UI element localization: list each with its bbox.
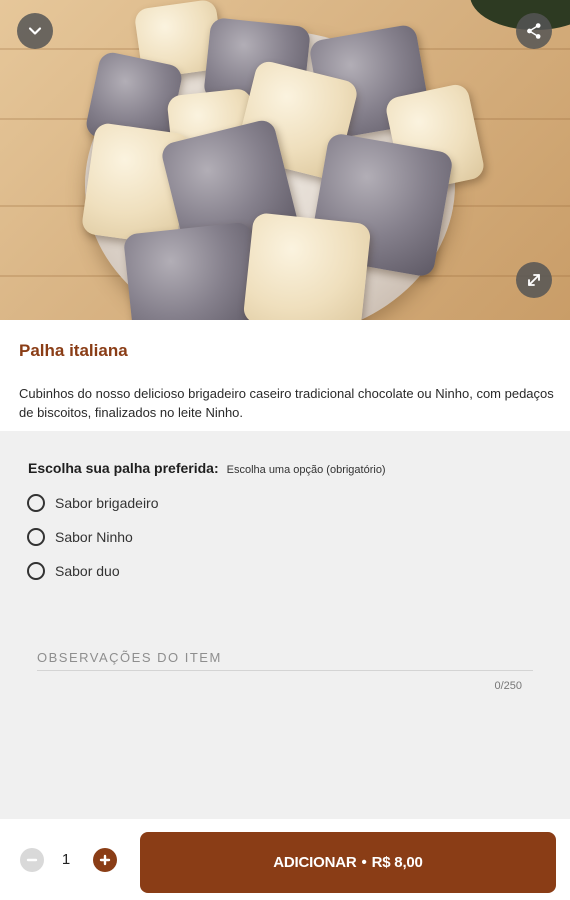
- expand-icon: [528, 274, 540, 286]
- radio-button[interactable]: [27, 562, 45, 580]
- chevron-down-icon: [28, 27, 42, 35]
- option-group-title: Escolha sua palha preferida:: [28, 460, 219, 476]
- product-image: [0, 0, 570, 320]
- option-group-hint: Escolha uma opção (obrigatório): [226, 464, 386, 476]
- product-title: Palha italiana: [19, 341, 128, 360]
- option-sabor-brigadeiro[interactable]: Sabor brigadeiro: [27, 492, 159, 514]
- sweet-cube: [242, 212, 372, 320]
- sweet-cube: [122, 221, 262, 320]
- decrease-quantity-button[interactable]: [20, 848, 44, 872]
- add-to-cart-button[interactable]: ADICIONAR • R$ 8,00: [140, 832, 556, 893]
- item-notes-input[interactable]: [37, 645, 533, 671]
- minus-icon: [26, 858, 38, 862]
- option-label: Sabor Ninho: [55, 529, 133, 545]
- increase-quantity-button[interactable]: [93, 848, 117, 872]
- add-button-price: R$ 8,00: [371, 854, 423, 871]
- option-sabor-ninho[interactable]: Sabor Ninho: [27, 526, 133, 548]
- quantity-value: 1: [61, 851, 71, 868]
- radio-button[interactable]: [27, 528, 45, 546]
- plus-icon: [99, 854, 111, 866]
- share-button[interactable]: [516, 13, 552, 49]
- add-button-label: ADICIONAR: [273, 854, 357, 871]
- add-button-separator: •: [361, 854, 367, 871]
- expand-image-button[interactable]: [516, 262, 552, 298]
- option-label: Sabor brigadeiro: [55, 495, 159, 511]
- back-button[interactable]: [17, 13, 53, 49]
- option-label: Sabor duo: [55, 563, 120, 579]
- option-sabor-duo[interactable]: Sabor duo: [27, 560, 120, 582]
- product-description: Cubinhos do nosso delicioso brigadeiro c…: [19, 386, 554, 420]
- bottom-bar: 1 ADICIONAR • R$ 8,00: [0, 819, 570, 900]
- character-counter: 0/250: [494, 680, 522, 692]
- options-panel: Escolha sua palha preferida: Escolha uma…: [0, 431, 570, 819]
- option-group-header: Escolha sua palha preferida: Escolha uma…: [28, 460, 386, 476]
- radio-button[interactable]: [27, 494, 45, 512]
- share-icon: [527, 23, 541, 39]
